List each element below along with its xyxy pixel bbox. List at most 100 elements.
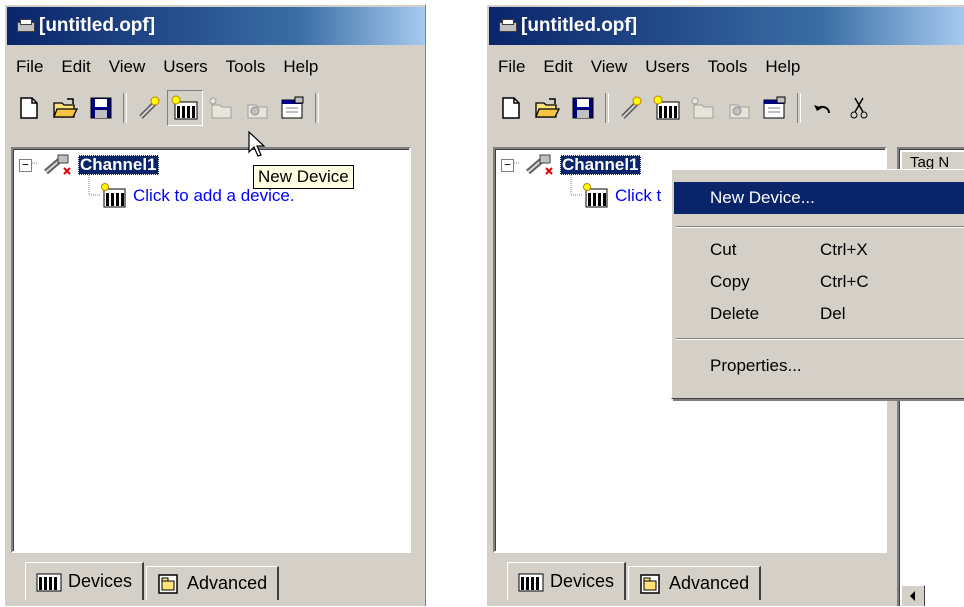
- menu-bar: File Edit View Users Tools Help: [489, 51, 964, 83]
- devices-tab-icon: [518, 573, 544, 591]
- channel-label[interactable]: Channel1: [560, 155, 641, 175]
- new-channel-icon: [621, 96, 642, 119]
- tree-channel-row[interactable]: − Channel1: [501, 154, 641, 175]
- save-button[interactable]: [83, 90, 119, 126]
- collapse-icon[interactable]: −: [19, 158, 32, 172]
- menu-users[interactable]: Users: [154, 57, 216, 77]
- tab-advanced[interactable]: Advanced: [146, 566, 280, 600]
- new-device-button[interactable]: [167, 90, 203, 126]
- properties-button[interactable]: [275, 90, 311, 126]
- cut-icon: [850, 97, 868, 119]
- menu-item-shortcut: Del: [820, 304, 846, 323]
- save-button[interactable]: [565, 90, 601, 126]
- menu-item-delete[interactable]: Delete Del: [674, 298, 964, 330]
- scroll-left-icon: [910, 591, 915, 601]
- open-button[interactable]: [47, 90, 83, 126]
- undo-icon: [814, 105, 830, 114]
- tab-advanced-label: Advanced: [187, 573, 268, 593]
- add-device-link[interactable]: Click t: [615, 186, 661, 206]
- new-channel-icon: [139, 96, 160, 119]
- menu-file[interactable]: File: [489, 57, 534, 77]
- right-window: [untitled.opf] File Edit View Users Tool…: [486, 4, 964, 606]
- new-file-button[interactable]: [11, 90, 47, 126]
- title-bar: [untitled.opf]: [7, 7, 425, 45]
- channel-label[interactable]: Channel1: [78, 155, 159, 175]
- window-title: [untitled.opf]: [39, 15, 156, 36]
- new-tag-icon: [247, 104, 268, 119]
- new-channel-button[interactable]: [131, 90, 167, 126]
- menu-item-shortcut: Ctrl+X: [820, 240, 868, 259]
- tab-devices[interactable]: Devices: [25, 562, 145, 600]
- new-group-button[interactable]: [203, 90, 239, 126]
- channel-icon: [526, 154, 553, 175]
- menu-item-shortcut: Ctrl+C: [820, 272, 869, 291]
- new-tag-button[interactable]: [721, 90, 757, 126]
- menu-separator: [676, 338, 964, 340]
- menu-tools[interactable]: Tools: [699, 57, 757, 77]
- tab-devices-label: Devices: [550, 571, 615, 591]
- toolbar-separator: [123, 93, 127, 123]
- new-file-button[interactable]: [493, 90, 529, 126]
- collapse-icon[interactable]: −: [501, 158, 514, 172]
- add-device-link[interactable]: Click to add a device.: [133, 186, 295, 206]
- tab-advanced[interactable]: Advanced: [628, 566, 762, 600]
- menu-file[interactable]: File: [7, 57, 52, 77]
- open-folder-icon: [53, 98, 78, 118]
- menu-item-new-device[interactable]: New Device...: [674, 182, 964, 214]
- toolbar: [489, 85, 964, 131]
- menu-edit[interactable]: Edit: [52, 57, 99, 77]
- menu-item-label: Properties...: [710, 356, 802, 375]
- new-device-button[interactable]: [649, 90, 685, 126]
- open-button[interactable]: [529, 90, 565, 126]
- menu-bar: File Edit View Users Tools Help: [7, 51, 425, 83]
- new-channel-button[interactable]: [613, 90, 649, 126]
- menu-item-label: Delete: [710, 304, 760, 323]
- tab-advanced-label: Advanced: [669, 573, 750, 593]
- menu-help[interactable]: Help: [756, 57, 809, 77]
- menu-item-cut[interactable]: Cut Ctrl+X: [674, 234, 964, 266]
- tree-add-device-row[interactable]: Click t: [583, 183, 661, 209]
- cut-button[interactable]: [841, 90, 877, 126]
- advanced-tab-icon: [640, 573, 660, 594]
- new-device-icon: [171, 95, 198, 120]
- menu-separator: [676, 226, 964, 228]
- device-icon: [583, 183, 608, 208]
- menu-item-copy[interactable]: Copy Ctrl+C: [674, 266, 964, 298]
- context-menu: New Device... Cut Ctrl+X Copy Ctrl+C Del…: [671, 169, 964, 399]
- tab-devices[interactable]: Devices: [507, 562, 627, 600]
- menu-edit[interactable]: Edit: [534, 57, 581, 77]
- menu-help[interactable]: Help: [274, 57, 327, 77]
- undo-button[interactable]: [805, 90, 841, 126]
- tab-devices-label: Devices: [68, 571, 133, 591]
- properties-icon: [281, 96, 304, 119]
- toolbar-separator: [315, 93, 319, 123]
- open-folder-icon: [535, 98, 560, 118]
- new-tag-icon: [729, 104, 750, 119]
- new-group-icon: [691, 97, 714, 119]
- menu-view[interactable]: View: [100, 57, 155, 77]
- menu-view[interactable]: View: [582, 57, 637, 77]
- app-icon: [15, 19, 35, 33]
- toolbar-separator: [797, 93, 801, 123]
- toolbar: [7, 85, 425, 131]
- toolbar-separator: [605, 93, 609, 123]
- new-tag-button[interactable]: [239, 90, 275, 126]
- new-device-icon: [653, 95, 680, 120]
- new-file-icon: [502, 97, 520, 119]
- save-icon: [572, 97, 594, 119]
- menu-tools[interactable]: Tools: [217, 57, 275, 77]
- menu-users[interactable]: Users: [636, 57, 698, 77]
- new-group-button[interactable]: [685, 90, 721, 126]
- device-icon: [101, 183, 126, 208]
- properties-icon: [763, 96, 786, 119]
- window-title: [untitled.opf]: [521, 15, 638, 36]
- app-icon: [497, 19, 517, 33]
- channel-icon: [44, 154, 71, 175]
- properties-button[interactable]: [757, 90, 793, 126]
- tree-channel-row[interactable]: − Channel1: [19, 154, 159, 175]
- scroll-left-button[interactable]: [901, 585, 925, 606]
- menu-item-label: Copy: [710, 272, 750, 291]
- menu-item-properties[interactable]: Properties...: [674, 350, 964, 382]
- title-bar: [untitled.opf]: [489, 7, 964, 45]
- menu-item-label: New Device...: [710, 188, 815, 207]
